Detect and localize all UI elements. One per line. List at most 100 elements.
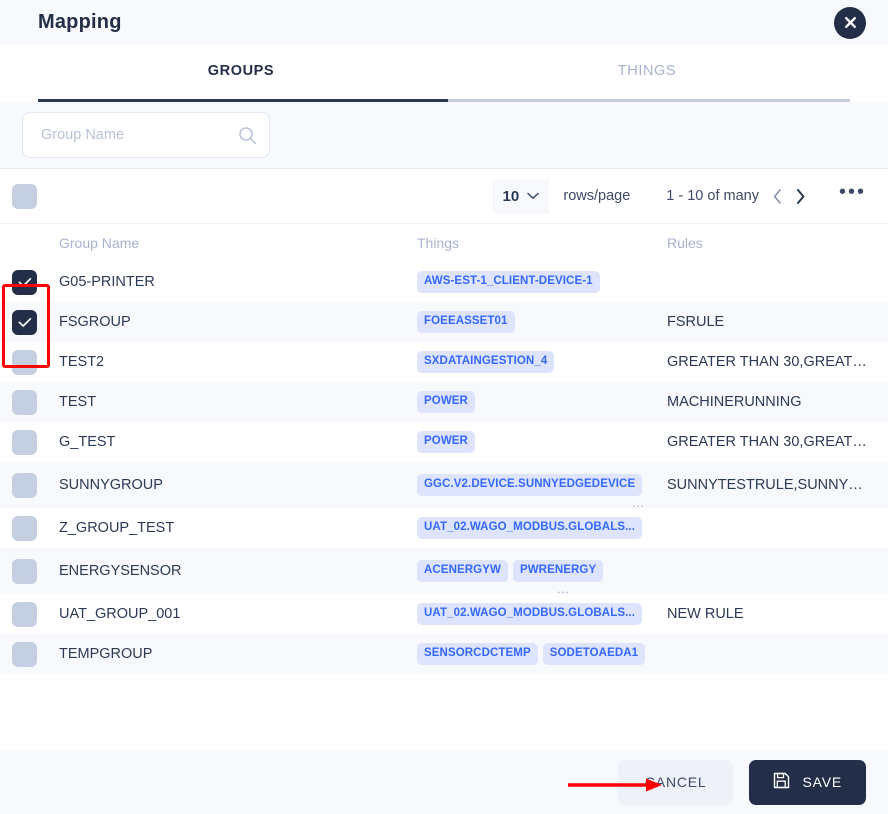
- page-range-label: 1 - 10 of many: [666, 188, 759, 204]
- row-checkbox[interactable]: [12, 601, 37, 627]
- pagination-controls: 10 rows/page 1 - 10 of many •••: [492, 178, 866, 214]
- cell-group-name: G_TEST: [59, 434, 116, 450]
- search-icon[interactable]: [238, 126, 257, 145]
- thing-chip-list: SENSORCDCTEMP SODETOAEDA1: [417, 643, 667, 665]
- table-row[interactable]: FSGROUP FOEEASSET01 FSRULE: [0, 302, 888, 342]
- table-row[interactable]: ENERGYSENSOR ACENERGYW PWRENERGY...: [0, 548, 888, 595]
- cancel-button[interactable]: CANCEL: [617, 759, 734, 805]
- save-floppy-glyph: [774, 772, 790, 789]
- search-band: [0, 102, 888, 169]
- thing-chip[interactable]: POWER: [417, 391, 475, 413]
- table-row[interactable]: TEST POWER MACHINERUNNING: [0, 382, 888, 422]
- row-checkbox[interactable]: [12, 349, 37, 375]
- mapping-table: Group Name Things Rules G05-PRINTER AWS-E…: [0, 224, 888, 674]
- row-checkbox[interactable]: [12, 515, 37, 541]
- cell-rules: FSRULE: [667, 314, 725, 330]
- chevron-right-icon: [796, 188, 805, 204]
- thing-chip-list: UAT_02.WAGO_MODBUS.GLOBALS...: [417, 517, 667, 539]
- table-toolbar: 10 rows/page 1 - 10 of many •••: [0, 169, 888, 224]
- cell-rules: SUNNYTESTRULE,SUNNYTE...: [667, 477, 876, 493]
- table-header-row: Group Name Things Rules: [0, 224, 888, 262]
- modal-footer: CANCEL SAVE: [0, 750, 888, 814]
- cell-things: UAT_02.WAGO_MODBUS.GLOBALS...: [417, 517, 667, 539]
- row-checkbox[interactable]: [12, 641, 37, 667]
- search-glyph: [239, 126, 256, 144]
- table-row[interactable]: UAT_GROUP_001 UAT_02.WAGO_MODBUS.GLOBALS.…: [0, 594, 888, 634]
- chip-overflow-indicator[interactable]: ...: [632, 497, 645, 509]
- tab-groups[interactable]: GROUPS: [38, 45, 444, 102]
- row-checkbox[interactable]: [12, 472, 37, 498]
- row-checkbox-cell: [12, 515, 59, 541]
- row-checkbox[interactable]: [12, 269, 37, 295]
- row-checkbox[interactable]: [12, 558, 37, 584]
- cell-things: GGC.V2.DEVICE.SUNNYEDGEDEVICE...: [417, 474, 667, 509]
- column-header-group-name: Group Name: [59, 235, 140, 251]
- cell-group-name: TEST2: [59, 354, 105, 370]
- table-row[interactable]: SUNNYGROUP GGC.V2.DEVICE.SUNNYEDGEDEVICE.…: [0, 462, 888, 509]
- row-checkbox[interactable]: [12, 429, 37, 455]
- check-icon: [18, 317, 31, 327]
- save-floppy-icon: [773, 772, 790, 792]
- column-header-rules: Rules: [667, 235, 703, 251]
- row-checkbox[interactable]: [12, 309, 37, 335]
- rows-per-page-select[interactable]: 10: [492, 178, 550, 214]
- modal-header: Mapping: [0, 0, 888, 45]
- row-checkbox-cell: [12, 349, 59, 375]
- cell-things: SENSORCDCTEMP SODETOAEDA1: [417, 643, 667, 665]
- cell-group-name: TEMPGROUP: [59, 646, 153, 662]
- close-icon[interactable]: [834, 6, 866, 39]
- rows-per-page-value: 10: [502, 187, 520, 205]
- cell-group-name: FSGROUP: [59, 314, 131, 330]
- row-checkbox[interactable]: [12, 389, 37, 415]
- search-box[interactable]: [22, 112, 270, 158]
- row-checkbox-cell: [12, 389, 59, 415]
- row-checkbox-cell: [12, 558, 59, 584]
- thing-chip[interactable]: PWRENERGY: [512, 560, 604, 582]
- cell-group-name: TEST: [59, 394, 97, 410]
- select-all-cell: [12, 183, 59, 209]
- row-checkbox-cell: [12, 429, 59, 455]
- thing-chip[interactable]: FOEEASSET01: [417, 311, 515, 333]
- thing-chip[interactable]: UAT_02.WAGO_MODBUS.GLOBALS...: [417, 603, 642, 625]
- thing-chip-list: ACENERGYW PWRENERGY...: [417, 560, 667, 595]
- check-icon: [18, 277, 31, 287]
- table-row[interactable]: Z_GROUP_TEST UAT_02.WAGO_MODBUS.GLOBALS..…: [0, 508, 888, 548]
- thing-chip[interactable]: POWER: [417, 431, 475, 453]
- thing-chip[interactable]: UAT_02.WAGO_MODBUS.GLOBALS...: [417, 517, 642, 539]
- save-button-label: SAVE: [802, 774, 842, 790]
- chevron-left-icon: [773, 188, 781, 204]
- thing-chip[interactable]: SODETOAEDA1: [542, 643, 646, 665]
- row-checkbox-cell: [12, 269, 59, 295]
- prev-page-button[interactable]: [773, 188, 782, 204]
- cell-rules: GREATER THAN 30,GREATE...: [667, 434, 875, 450]
- table-row[interactable]: G05-PRINTER AWS-EST-1_CLIENT-DEVICE-1: [0, 262, 888, 302]
- table-body: G05-PRINTER AWS-EST-1_CLIENT-DEVICE-1 FSGR…: [0, 262, 888, 674]
- next-page-button[interactable]: [796, 188, 805, 204]
- thing-chip[interactable]: GGC.V2.DEVICE.SUNNYEDGEDEVICE: [417, 474, 643, 496]
- cell-group-name: ENERGYSENSOR: [59, 563, 182, 579]
- cell-things: UAT_02.WAGO_MODBUS.GLOBALS...: [417, 603, 667, 625]
- tab-things[interactable]: THINGS: [444, 45, 850, 102]
- cell-rules: GREATER THAN 30,GREATE...: [667, 354, 875, 370]
- table-row[interactable]: G_TEST POWER GREATER THAN 30,GREATE...: [0, 422, 888, 462]
- select-all-checkbox[interactable]: [12, 183, 37, 209]
- cell-rules: NEW RULE: [667, 606, 744, 622]
- row-checkbox-cell: [12, 601, 59, 627]
- cell-group-name: UAT_GROUP_001: [59, 606, 181, 622]
- thing-chip-list: UAT_02.WAGO_MODBUS.GLOBALS...: [417, 603, 667, 625]
- thing-chip[interactable]: AWS-EST-1_CLIENT-DEVICE-1: [417, 271, 600, 293]
- cell-things: ACENERGYW PWRENERGY...: [417, 560, 667, 595]
- thing-chip[interactable]: ACENERGYW: [417, 560, 508, 582]
- more-options-button[interactable]: •••: [839, 182, 866, 204]
- thing-chip-list: POWER: [417, 391, 667, 413]
- row-checkbox-cell: [12, 472, 59, 498]
- table-row[interactable]: TEST2 SXDATAINGESTION_4 GREATER THAN 30,GR…: [0, 342, 888, 382]
- chip-overflow-indicator[interactable]: ...: [557, 583, 570, 595]
- cell-rules: MACHINERUNNING: [667, 394, 802, 410]
- table-row[interactable]: TEMPGROUP SENSORCDCTEMP SODETOAEDA1: [0, 634, 888, 674]
- thing-chip[interactable]: SXDATAINGESTION_4: [417, 351, 555, 373]
- thing-chip[interactable]: SENSORCDCTEMP: [417, 643, 538, 665]
- cell-things: AWS-EST-1_CLIENT-DEVICE-1: [417, 271, 667, 293]
- search-input[interactable]: [39, 126, 238, 144]
- save-button[interactable]: SAVE: [749, 759, 866, 805]
